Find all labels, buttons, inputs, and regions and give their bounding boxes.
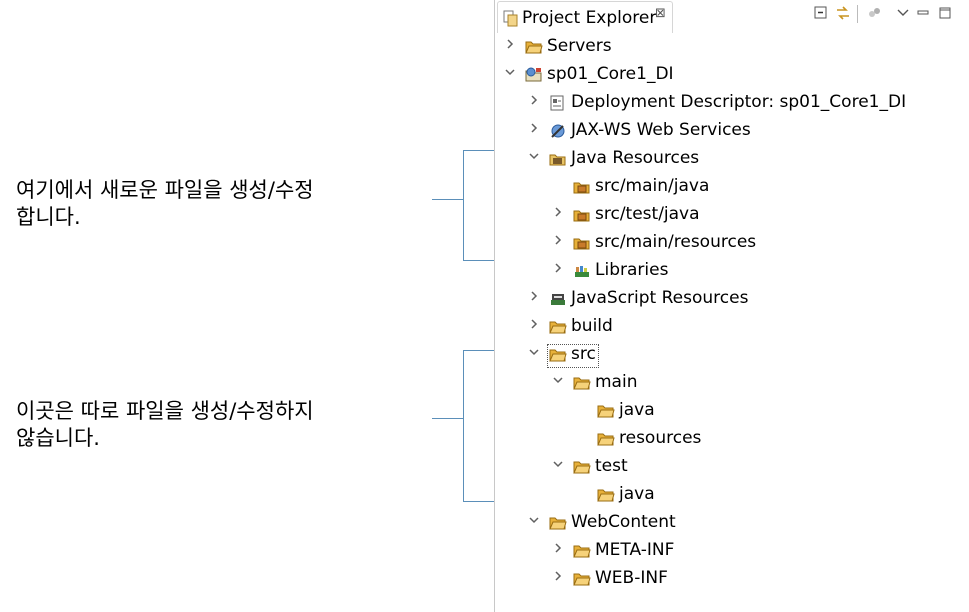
tree-item[interactable]: META-INF	[495, 538, 969, 566]
folder-icon	[573, 375, 591, 391]
chevron-down-icon[interactable]	[527, 346, 541, 364]
tree-item-label: JAX-WS Web Services	[571, 120, 751, 140]
annotation-non-editable-area: 이곳은 따로 파일을 생성/수정하지 않습니다.	[16, 399, 314, 450]
bracket-line	[463, 350, 494, 351]
chevron-down-icon[interactable]	[527, 514, 541, 532]
bracket-line	[463, 150, 464, 260]
web-project-icon	[525, 67, 543, 83]
tree-item-label: Servers	[547, 36, 612, 56]
chevron-right-icon[interactable]	[551, 542, 565, 560]
folder-icon	[549, 319, 567, 335]
chevron-right-icon[interactable]	[551, 570, 565, 588]
chevron-right-icon[interactable]	[551, 262, 565, 280]
bracket-line	[432, 418, 464, 419]
folder-icon	[597, 487, 615, 503]
tree-item[interactable]: src/main/resources	[495, 230, 969, 258]
bracket-line	[463, 501, 494, 502]
chevron-right-icon[interactable]	[551, 234, 565, 252]
tree-item[interactable]: main	[495, 370, 969, 398]
tab-project-explorer[interactable]: Project Explorer ⊠	[497, 1, 673, 33]
chevron-right-icon[interactable]	[551, 206, 565, 224]
chevron-down-icon[interactable]	[503, 66, 517, 84]
chevron-down-icon[interactable]	[551, 458, 565, 476]
tree-item[interactable]: java	[495, 482, 969, 510]
tree-item-label: META-INF	[595, 540, 675, 560]
tree-item-label: java	[619, 400, 655, 420]
package-folder-icon	[573, 179, 591, 195]
tree-item[interactable]: build	[495, 314, 969, 342]
tree-item-label: WEB-INF	[595, 568, 668, 588]
folder-icon	[597, 403, 615, 419]
descriptor-icon	[549, 95, 567, 111]
tree-item-label: test	[595, 456, 628, 476]
js-resources-icon	[549, 291, 567, 307]
maximize-icon[interactable]	[937, 5, 953, 21]
tree-item-label: Deployment Descriptor: sp01_Core1_DI	[571, 92, 907, 112]
package-folder-icon	[573, 235, 591, 251]
tree-item[interactable]: java	[495, 398, 969, 426]
annotation-editable-area: 여기에서 새로운 파일을 생성/수정 합니다.	[16, 178, 314, 229]
tab-title: Project Explorer	[522, 8, 657, 28]
tree-item-label: main	[595, 372, 638, 392]
tree-item-label: src/main/resources	[595, 232, 757, 252]
tree-item[interactable]: resources	[495, 426, 969, 454]
view-menu-icon[interactable]	[895, 5, 911, 21]
link-with-editor-icon[interactable]	[835, 5, 851, 21]
view-tab-bar: Project Explorer ⊠	[495, 0, 969, 33]
folder-icon	[573, 543, 591, 559]
bracket-line	[463, 350, 464, 501]
tree-item-label: Java Resources	[571, 148, 700, 168]
folder-icon	[549, 515, 567, 531]
package-folder-icon	[573, 207, 591, 223]
tree-item[interactable]: WebContent	[495, 510, 969, 538]
tree-item-label: resources	[619, 428, 702, 448]
chevron-down-icon[interactable]	[551, 374, 565, 392]
tree-item-label: src/test/java	[595, 204, 700, 224]
tree-item-label: WebContent	[571, 512, 676, 532]
chevron-down-icon[interactable]	[527, 150, 541, 168]
tree-item-label: Libraries	[595, 260, 669, 280]
tree-item[interactable]: Servers	[495, 34, 969, 62]
tree-item-label: JavaScript Resources	[571, 288, 749, 308]
tree-item-label: src/main/java	[595, 176, 710, 196]
webservices-icon	[549, 123, 567, 139]
collapse-all-icon[interactable]	[813, 5, 829, 21]
close-icon[interactable]: ⊠	[655, 6, 666, 21]
tree-item[interactable]: JAX-WS Web Services	[495, 118, 969, 146]
project-explorer-panel: Project Explorer ⊠ Servers sp01_Core1_DI D…	[494, 0, 969, 612]
tree-item[interactable]: sp01_Core1_DI	[495, 62, 969, 90]
tree-item[interactable]: WEB-INF	[495, 566, 969, 594]
selection-focus-outline	[547, 344, 599, 368]
tree-item[interactable]: Libraries	[495, 258, 969, 286]
tree-item[interactable]: Deployment Descriptor: sp01_Core1_DI	[495, 90, 969, 118]
filter-icon[interactable]	[866, 5, 882, 21]
tree-item[interactable]: JavaScript Resources	[495, 286, 969, 314]
chevron-right-icon[interactable]	[527, 318, 541, 336]
tree-item[interactable]: test	[495, 454, 969, 482]
minimize-icon[interactable]	[915, 5, 931, 21]
folder-icon	[573, 459, 591, 475]
tree-item[interactable]: src/main/java	[495, 174, 969, 202]
tree-item-label: build	[571, 316, 613, 336]
chevron-right-icon[interactable]	[527, 290, 541, 308]
tree-item[interactable]: src/test/java	[495, 202, 969, 230]
project-explorer-icon	[503, 9, 519, 31]
bracket-line	[463, 260, 494, 261]
tree-item[interactable]: src	[495, 342, 969, 370]
folder-icon	[525, 39, 543, 55]
chevron-right-icon[interactable]	[527, 94, 541, 112]
java-resources-icon	[549, 151, 567, 167]
folder-icon	[573, 571, 591, 587]
chevron-right-icon[interactable]	[527, 122, 541, 140]
chevron-right-icon[interactable]	[503, 38, 517, 56]
libraries-icon	[573, 263, 591, 279]
bracket-line	[432, 199, 464, 200]
bracket-line	[463, 150, 494, 151]
toolbar-separator	[857, 5, 858, 23]
tree-item[interactable]: Java Resources	[495, 146, 969, 174]
tree-item-label: java	[619, 484, 655, 504]
folder-icon	[597, 431, 615, 447]
tree-item-label: sp01_Core1_DI	[547, 64, 674, 84]
